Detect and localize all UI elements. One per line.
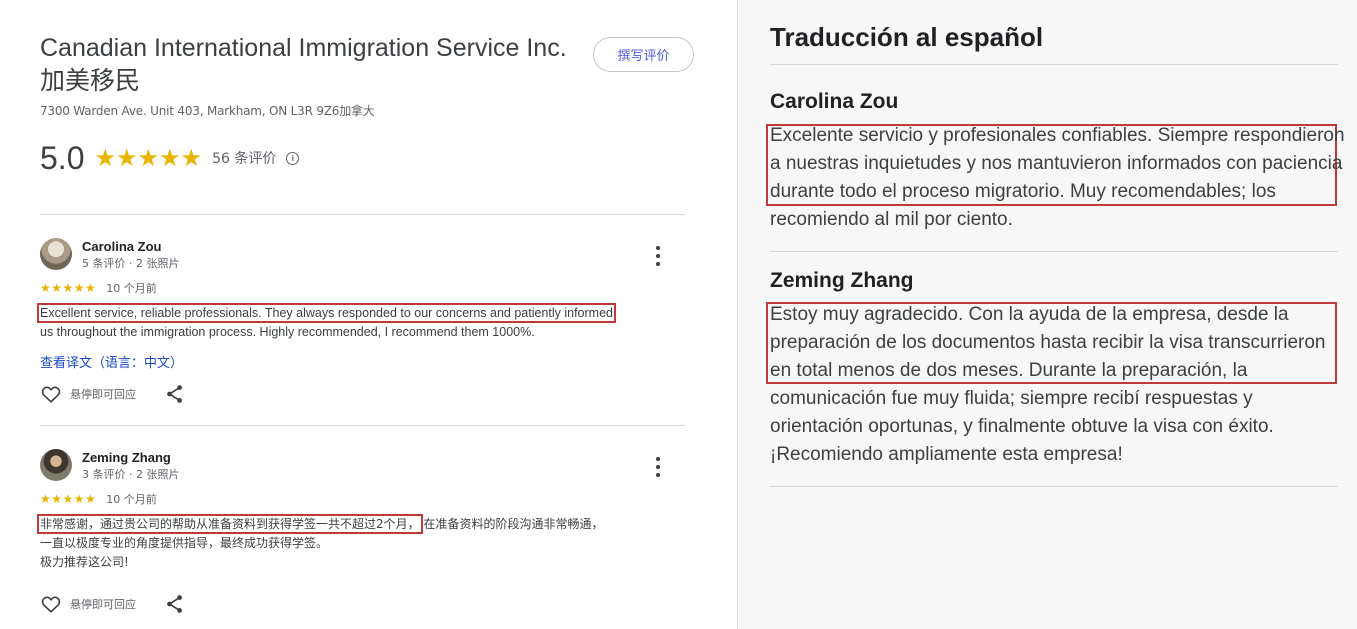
share-icon[interactable] [164, 383, 186, 405]
review-time: 10 个月前 [106, 282, 157, 295]
share-icon[interactable] [164, 593, 186, 615]
divider [770, 64, 1338, 65]
business-address: 7300 Warden Ave. Unit 403, Markham, ON L… [40, 104, 375, 118]
review-card: Carolina Zou 5 条评价 · 2 张照片 ★★★★★ 10 个月前 … [37, 238, 700, 418]
review-text-rest: 在准备资料的阶段沟通非常畅通， [423, 517, 604, 531]
review-rating: ★★★★★ 10 个月前 [40, 280, 157, 296]
divider [770, 251, 1338, 252]
review-stars: ★★★★★ [40, 492, 97, 506]
translation-reviewer-name: Carolina Zou [770, 90, 899, 113]
translation-reviewer-name: Zeming Zhang [770, 269, 914, 292]
review-actions: 悬停即可回应 [40, 593, 186, 615]
heart-icon[interactable] [40, 383, 62, 405]
review-text-line: 极力推荐这公司! [40, 555, 129, 569]
translation-panel: Traducción al español Carolina Zou Excel… [739, 0, 1357, 629]
translation-text: Excelente servicio y profesionales confi… [770, 122, 1345, 234]
review-text-rest: us throughout the immigration process. H… [40, 325, 535, 339]
avatar[interactable] [40, 238, 72, 270]
reviewer-meta: 5 条评价 · 2 张照片 [82, 257, 180, 270]
see-translation-link[interactable]: 查看译文（语言：中文） [40, 352, 183, 371]
review-card: Zeming Zhang 3 条评价 · 2 张照片 ★★★★★ 10 个月前 … [37, 449, 700, 629]
review-text-line: 一直以极度专业的角度提供指导，最终成功获得学签。 [40, 536, 329, 550]
reviewer-name[interactable]: Zeming Zhang [82, 450, 171, 465]
reviews-panel: Canadian International Immigration Servi… [0, 0, 738, 629]
highlighted-text: 非常感谢，通过贵公司的帮助从准备资料到获得学签一共不超过2个月， [37, 514, 423, 534]
heart-icon[interactable] [40, 593, 62, 615]
review-count[interactable]: 56 条评价 [212, 148, 276, 168]
review-stars: ★★★★★ [40, 281, 97, 295]
translation-text: Estoy muy agradecido. Con la ayuda de la… [770, 301, 1345, 469]
info-icon[interactable]: i [286, 151, 300, 165]
overall-rating: 5.0 ★★★★★ 56 条评价 i [40, 138, 300, 178]
review-text: 非常感谢，通过贵公司的帮助从准备资料到获得学签一共不超过2个月， 在准备资料的阶… [37, 514, 680, 572]
avatar[interactable] [40, 449, 72, 481]
write-review-button[interactable]: 撰写评价 [593, 37, 694, 72]
divider [40, 425, 685, 426]
review-rating: ★★★★★ 10 个月前 [40, 491, 157, 507]
review-text: Excellent service, reliable professional… [37, 303, 680, 342]
rating-stars: ★★★★★ [94, 144, 203, 172]
reviewer-meta: 3 条评价 · 2 张照片 [82, 468, 180, 481]
more-vert-icon[interactable] [652, 246, 664, 266]
more-vert-icon[interactable] [652, 457, 664, 477]
review-actions: 悬停即可回应 [40, 383, 186, 405]
divider [770, 486, 1338, 487]
highlighted-text: Excellent service, reliable professional… [37, 303, 616, 323]
review-time: 10 个月前 [106, 493, 157, 506]
translation-title: Traducción al español [770, 22, 1044, 52]
react-label[interactable]: 悬停即可回应 [70, 386, 136, 402]
divider [40, 214, 685, 215]
react-label[interactable]: 悬停即可回应 [70, 596, 136, 612]
rating-value: 5.0 [40, 139, 85, 176]
reviewer-name[interactable]: Carolina Zou [82, 239, 161, 254]
business-name: Canadian International Immigration Servi… [40, 34, 567, 95]
